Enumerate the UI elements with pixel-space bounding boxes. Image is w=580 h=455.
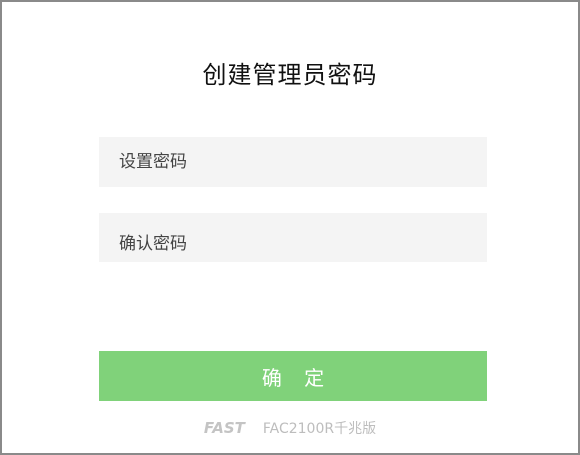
page-title: 创建管理员密码 bbox=[202, 61, 378, 89]
confirm-button[interactable]: 确 定 bbox=[99, 351, 487, 401]
confirm-password-input[interactable] bbox=[99, 213, 487, 262]
set-password-input[interactable] bbox=[99, 137, 487, 187]
login-panel: 创建管理员密码 确 定 FAST FAC2100R千兆版 bbox=[0, 0, 580, 455]
brand-logo: FAST bbox=[203, 419, 245, 437]
footer: FAST FAC2100R千兆版 bbox=[2, 418, 578, 438]
model-name: FAC2100R千兆版 bbox=[262, 421, 377, 437]
